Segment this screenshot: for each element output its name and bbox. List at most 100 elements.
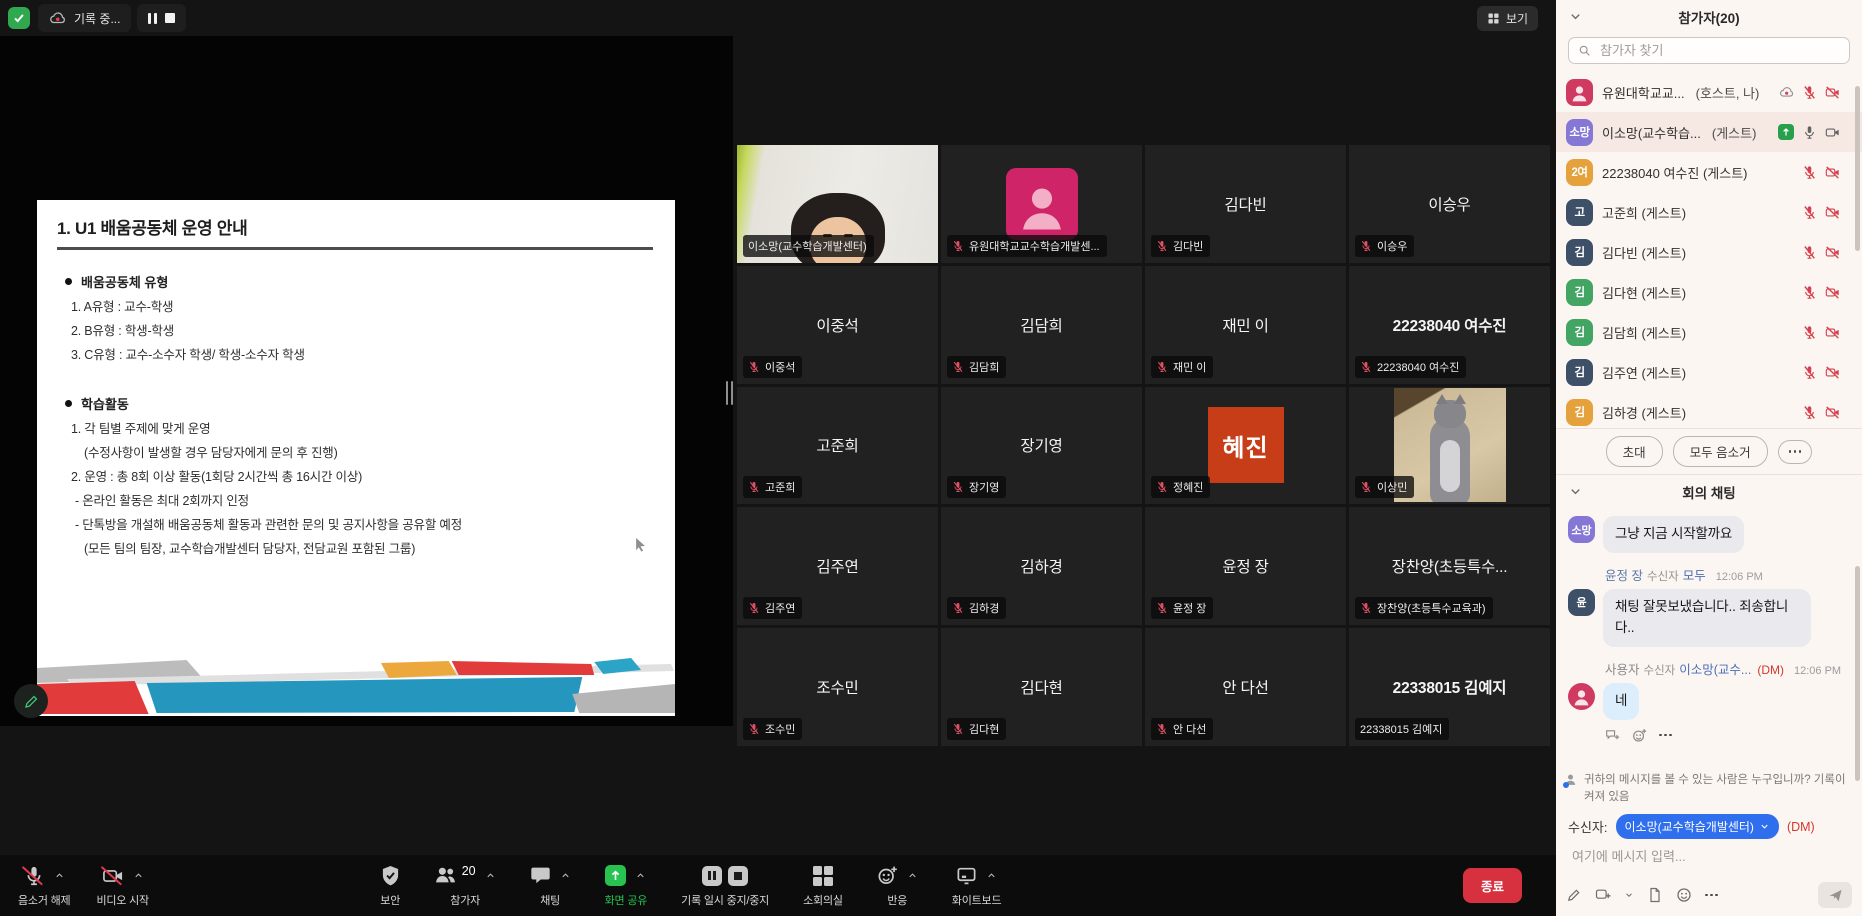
chevron-up-icon[interactable]	[133, 870, 144, 881]
chat-scrollbar[interactable]	[1855, 566, 1860, 781]
video-tile[interactable]: 이중석이중석	[737, 266, 938, 384]
toolbar-label: 기록 일시 중지/중지	[681, 892, 769, 908]
participants-scrollbar[interactable]	[1855, 86, 1860, 251]
toolbar-security-button[interactable]: 보안	[380, 864, 401, 908]
video-tile[interactable]: 고준희고준희	[737, 387, 938, 505]
chevron-up-icon[interactable]	[907, 870, 918, 881]
participant-row[interactable]: 김김주연 (게스트)	[1556, 352, 1862, 392]
participants-panel-header: 참가자(20)	[1556, 0, 1862, 34]
reply-icon[interactable]	[1605, 728, 1620, 743]
video-tile[interactable]: 김주연김주연	[737, 507, 938, 625]
toolbar-participants-button[interactable]: 20참가자	[435, 864, 496, 908]
person-icon	[1570, 84, 1589, 103]
video-tile[interactable]: 이소망(교수학습개발센터)	[737, 145, 938, 263]
video-tile[interactable]: 장기영장기영	[941, 387, 1142, 505]
chat-panel-header: 회의 채팅	[1556, 474, 1862, 508]
video-tile-label: 22238040 여수진	[1355, 356, 1466, 378]
add-emoji-icon[interactable]	[1632, 728, 1647, 743]
toolbar-label: 화이트보드	[952, 892, 1002, 908]
emoji-icon[interactable]	[1676, 887, 1692, 903]
collapse-chevron-icon[interactable]	[1568, 9, 1583, 24]
video-tile[interactable]: 김다현김다현	[941, 628, 1142, 746]
chevron-up-icon[interactable]	[560, 870, 571, 881]
video-tile[interactable]: 이상민	[1349, 387, 1550, 505]
toolbar-reactions-button[interactable]: 반응	[877, 864, 918, 908]
chat-message-input[interactable]	[1570, 848, 1848, 865]
chat-messages: 소망그냥 지금 시작할까요윤정 장수신자모두12:06 PM윤채팅 잘못보냈습니…	[1556, 508, 1862, 760]
toolbar-record-pause-stop-button[interactable]: 기록 일시 중지/중지	[681, 864, 769, 908]
video-tile[interactable]: 유원대학교교수학습개발센...	[941, 145, 1142, 263]
video-tile[interactable]: 조수민조수민	[737, 628, 938, 746]
toolbar-share-screen-button[interactable]: 화면 공유	[605, 864, 648, 908]
chevron-up-icon[interactable]	[54, 870, 65, 881]
slide-title: 1. U1 배움공동체 운영 안내	[57, 214, 247, 239]
chevron-up-icon[interactable]	[485, 870, 496, 881]
video-tile[interactable]: 재민 이재민 이	[1145, 266, 1346, 384]
mute-all-button[interactable]: 모두 음소거	[1673, 436, 1768, 467]
recording-controls	[137, 4, 186, 32]
participant-name: 김하경 (게스트)	[1602, 403, 1686, 422]
chat-message-header: 윤정 장수신자모두12:06 PM	[1605, 565, 1848, 584]
video-tile[interactable]: 장찬양(초등특수...장찬양(초등특수교육과)	[1349, 507, 1550, 625]
file-icon[interactable]	[1647, 887, 1663, 903]
pause-recording-button[interactable]	[148, 13, 157, 24]
video-tile[interactable]: 안 다선안 다선	[1145, 628, 1346, 746]
video-tile[interactable]: 윤정 장윤정 장	[1145, 507, 1346, 625]
shared-screen-area: 1. U1 배움공동체 운영 안내 배움공동체 유형1. A유형 : 교수-학생…	[0, 36, 733, 726]
participant-row[interactable]: 김김다현 (게스트)	[1556, 272, 1862, 312]
send-button[interactable]	[1818, 882, 1852, 908]
more-icon[interactable]	[1659, 729, 1672, 741]
stop-recording-button[interactable]	[165, 13, 175, 23]
end-meeting-button[interactable]: 종료	[1463, 868, 1522, 903]
mic-muted-icon	[952, 602, 964, 614]
participant-row[interactable]: 김김담희 (게스트)	[1556, 312, 1862, 352]
mic-muted-icon	[748, 481, 760, 493]
stop-record-icon	[728, 866, 748, 886]
participant-search[interactable]	[1568, 37, 1850, 64]
dm-tag: (DM)	[1757, 663, 1784, 677]
toolbar-breakout-rooms-button[interactable]: 소회의실	[803, 864, 843, 908]
video-tile[interactable]: 22238040 여수진22238040 여수진	[1349, 266, 1550, 384]
breakout-grid-icon	[813, 866, 833, 886]
video-tile[interactable]: 22338015 김예지22338015 김예지	[1349, 628, 1550, 746]
participant-row[interactable]: 소망이소망(교수학습...(게스트)	[1556, 112, 1862, 152]
collapse-chevron-icon[interactable]	[1568, 484, 1583, 499]
video-tile[interactable]: 김담희김담희	[941, 266, 1142, 384]
more-icon[interactable]	[1705, 889, 1718, 901]
toolbar-whiteboard-button[interactable]: 화이트보드	[952, 864, 1002, 908]
format-pencil-icon[interactable]	[1566, 887, 1582, 903]
pane-resize-handle[interactable]	[722, 374, 736, 412]
chat-input-area	[1570, 848, 1848, 866]
video-tile-label: 안 다선	[1151, 718, 1213, 740]
participant-row[interactable]: 김김하경 (게스트)	[1556, 392, 1862, 428]
recipient-selector[interactable]: 이소망(교수학습개발센터)	[1616, 814, 1779, 839]
participant-row[interactable]: 2여22238040 여수진 (게스트)	[1556, 152, 1862, 192]
participants-more-button[interactable]	[1778, 440, 1813, 464]
chat-bubble: 그냥 지금 시작할까요	[1603, 516, 1744, 553]
toolbar-start-video-button[interactable]: 비디오 시작	[96, 864, 148, 908]
video-tile[interactable]: 김하경김하경	[941, 507, 1142, 625]
chat-bubble-icon	[530, 865, 551, 886]
mic-muted-icon	[1360, 240, 1372, 252]
toolbar-label: 참가자	[450, 892, 480, 908]
chevron-up-icon[interactable]	[635, 870, 646, 881]
avatar: 소망	[1566, 119, 1593, 146]
invite-button[interactable]: 초대	[1606, 436, 1663, 467]
video-tile[interactable]: 이승우이승우	[1349, 145, 1550, 263]
video-tile[interactable]: 혜진정혜진	[1145, 387, 1346, 505]
annotate-button[interactable]	[14, 684, 48, 718]
chevron-up-icon[interactable]	[986, 870, 997, 881]
chevron-down-icon[interactable]	[1624, 890, 1634, 900]
participant-row[interactable]: 유원대학교교...(호스트, 나)	[1556, 72, 1862, 112]
toolbar-chat-button[interactable]: 채팅	[530, 864, 571, 908]
video-tile[interactable]: 김다빈김다빈	[1145, 145, 1346, 263]
toolbar-unmute-button[interactable]: 음소거 해제	[18, 864, 70, 908]
privacy-icon	[1564, 773, 1579, 788]
participant-search-input[interactable]	[1598, 42, 1840, 59]
screenshot-icon[interactable]	[1595, 887, 1611, 903]
participant-row[interactable]: 김김다빈 (게스트)	[1556, 232, 1862, 272]
chat-bubble: 네	[1603, 683, 1639, 720]
participant-row[interactable]: 고고준희 (게스트)	[1556, 192, 1862, 232]
view-button[interactable]: 보기	[1477, 6, 1538, 31]
slide-heading: 학습활동	[65, 394, 661, 413]
